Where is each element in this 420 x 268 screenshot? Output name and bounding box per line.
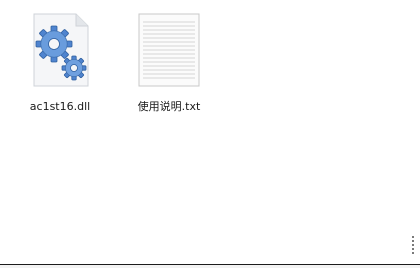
resize-grip[interactable] [412,236,416,258]
file-name-label: 使用说明.txt [137,100,201,113]
txt-document-icon [133,10,205,90]
file-item-txt[interactable]: 使用说明.txt [121,10,217,114]
file-item-dll[interactable]: ac1st16.dll [12,10,108,114]
file-name-label: ac1st16.dll [29,100,91,113]
dll-file-icon [24,10,96,90]
